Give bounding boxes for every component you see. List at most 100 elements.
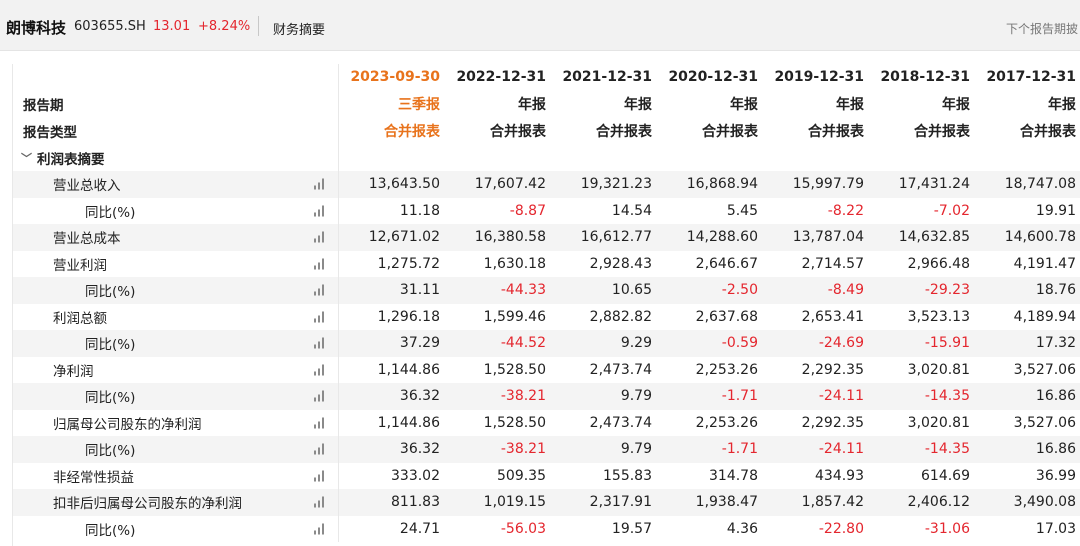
table-row[interactable]: 同比(%) 31.11 -44.33 10.65 -2.50 -8.49 -29.23 18.… [13,277,1080,304]
value-cell: 3,527.06 [1013,414,1076,431]
value-cell: 2,253.26 [695,414,758,431]
value-cell: 36.32 [338,383,444,410]
table-row[interactable]: 同比(%) 36.32 -38.21 9.79 -1.71 -24.11 -14.35 16.… [13,383,1080,410]
table-row[interactable]: 同比(%) 37.29 -44.52 9.29 -0.59 -24.69 -15.91 17.… [13,330,1080,357]
value-cell: 9.79 [620,441,652,458]
period-type-cell: 年报 [942,96,970,113]
row-label: 利润总额 [53,310,107,327]
table-row[interactable]: 归属母公司股东的净利润 1,144.86 1,528.50 2,473.74 2,253… [13,409,1080,436]
value-cell: 24.71 [338,515,444,542]
bar-chart-icon-bar [322,364,324,376]
value-cell: 2,473.74 [589,361,652,378]
bar-chart-icon[interactable] [313,258,326,270]
price-change: +8.24% [198,19,251,34]
bar-chart-icon-bar [318,500,320,508]
bar-chart-icon[interactable] [313,496,326,508]
row-label: 同比(%) [85,284,136,301]
value-cell: -8.22 [827,202,864,219]
value-cell: 36.99 [1035,467,1076,484]
bar-chart-icon-bar [318,262,320,270]
value-cell: -29.23 [924,282,970,299]
value-cell: 1,630.18 [483,255,546,272]
value-cell: 19.91 [1035,202,1076,219]
table-row[interactable]: 扣非后归属母公司股东的净利润 811.83 1,019.15 2,317.91 1,93… [13,489,1080,516]
value-cell: 13,787.04 [792,229,864,246]
bar-chart-icon[interactable] [313,470,326,482]
bar-chart-icon-bar [322,390,324,402]
value-cell: 1,296.18 [338,303,444,330]
section-header-row[interactable]: ﹀ 利润表摘要 [13,144,1080,171]
value-cell: 9.79 [620,388,652,405]
report-type-cell: 合并报表 [338,117,444,144]
period-date-header[interactable]: 2018-12-31 [868,64,974,90]
bar-chart-icon-bar [322,523,324,535]
bar-chart-icon-bar [314,318,316,323]
bar-chart-icon[interactable] [313,390,326,402]
value-cell: -24.11 [818,388,864,405]
value-cell: 1,144.86 [338,409,444,436]
table-row[interactable]: 同比(%) 36.32 -38.21 9.79 -1.71 -24.11 -14.35 16.… [13,436,1080,463]
financial-summary-table: 2023-09-30 2022-12-31 2021-12-31 2020-12-31… [12,64,1080,546]
bar-chart-icon[interactable] [313,284,326,296]
table-row[interactable]: 营业总收入 13,643.50 17,607.42 19,321.23 16,868.9… [13,171,1080,198]
value-cell: 15,997.79 [792,176,864,193]
chevron-down-icon[interactable]: ﹀ [21,150,32,166]
bar-chart-icon-bar [322,178,324,190]
table-row[interactable]: 非经常性损益 333.02 509.35 155.83 314.78 434.93 614.… [13,462,1080,489]
table-row[interactable]: 营业利润 1,275.72 1,630.18 2,928.43 2,646.67 2,71… [13,250,1080,277]
period-date-header[interactable]: 2021-12-31 [550,64,656,90]
row-label: 营业利润 [53,257,107,274]
value-cell: 16.86 [1035,441,1076,458]
bar-chart-icon-bar [322,470,324,482]
value-cell: 16.86 [1035,388,1076,405]
table-row[interactable]: 同比(%) 24.71 -56.03 19.57 4.36 -22.80 -31.06 17.… [13,515,1080,542]
row-label: 净利润 [53,363,94,380]
period-date-header[interactable]: 2019-12-31 [762,64,868,90]
bar-chart-icon-bar [314,503,316,508]
bar-chart-icon-bar [322,311,324,323]
value-cell: 1,019.15 [483,494,546,511]
value-cell: 14.54 [611,202,652,219]
bar-chart-icon[interactable] [313,523,326,535]
period-date-header[interactable]: 2023-09-30 [338,64,444,90]
period-type-cell: 年报 [836,96,864,113]
bar-chart-icon[interactable] [313,417,326,429]
bar-chart-icon-bar [318,527,320,535]
tab-financial-summary[interactable]: 财务摘要 [273,19,325,38]
company-name[interactable]: 朗博科技 [6,17,66,38]
bar-chart-icon-bar [322,231,324,243]
value-cell: 12,671.02 [338,224,444,251]
bar-chart-icon[interactable] [313,231,326,243]
value-cell: 3,020.81 [907,414,970,431]
value-cell: -1.71 [721,441,758,458]
value-cell: 36.32 [338,436,444,463]
value-cell: 1,144.86 [338,356,444,383]
bar-chart-icon-bar [322,496,324,508]
value-cell: 1,528.50 [483,414,546,431]
bar-chart-icon[interactable] [313,337,326,349]
bar-chart-icon-bar [322,337,324,349]
value-cell: 2,317.91 [589,494,652,511]
section-toggle[interactable]: ﹀ 利润表摘要 [13,144,338,171]
table-row[interactable]: 净利润 1,144.86 1,528.50 2,473.74 2,253.26 2,292… [13,356,1080,383]
period-date-header[interactable]: 2017-12-31 [974,64,1080,90]
value-cell: 11.18 [338,197,444,224]
bar-chart-icon-bar [314,291,316,296]
bar-chart-icon-bar [314,371,316,376]
section-title: 利润表摘要 [37,151,105,168]
table-row[interactable]: 同比(%) 11.18 -8.87 14.54 5.45 -8.22 -7.02 19.91 [13,197,1080,224]
table-row[interactable]: 利润总额 1,296.18 1,599.46 2,882.82 2,637.68 2,65… [13,303,1080,330]
bar-chart-icon[interactable] [313,443,326,455]
value-cell: -44.52 [500,335,546,352]
bar-chart-icon[interactable] [313,311,326,323]
bar-chart-icon[interactable] [313,178,326,190]
bar-chart-icon-bar [318,315,320,323]
section-spacer [338,144,1080,171]
value-cell: -14.35 [924,388,970,405]
bar-chart-icon[interactable] [313,364,326,376]
period-date-header[interactable]: 2022-12-31 [444,64,550,90]
bar-chart-icon[interactable] [313,205,326,217]
value-cell: 19.57 [611,520,652,537]
period-date-header[interactable]: 2020-12-31 [656,64,762,90]
table-row[interactable]: 营业总成本 12,671.02 16,380.58 16,612.77 14,288.6… [13,224,1080,251]
